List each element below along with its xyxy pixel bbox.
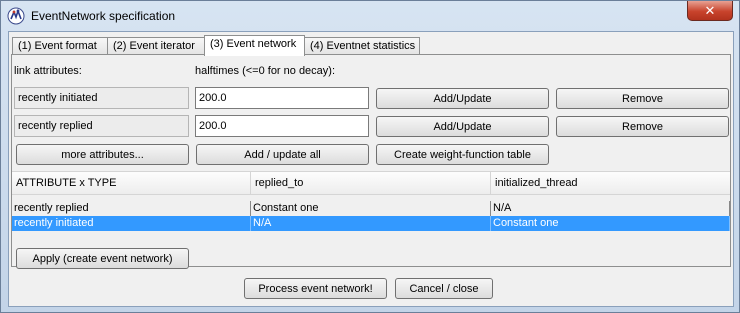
- tab-event-network[interactable]: (3) Event network: [204, 35, 305, 56]
- cancel-close-button[interactable]: Cancel / close: [395, 278, 493, 299]
- halftimes-label: halftimes (<=0 for no decay):: [195, 65, 336, 77]
- close-icon: ✕: [704, 2, 716, 18]
- dialog-client-area: (1) Event format (2) Event iterator (3) …: [8, 31, 734, 307]
- event-network-window: EventNetwork specification ✕ (1) Event f…: [0, 0, 740, 313]
- remove-button[interactable]: Remove: [556, 88, 729, 109]
- table-cell[interactable]: recently initiated: [12, 216, 251, 231]
- attribute-type-table: ATTRIBUTE x TYPE replied_to initialized_…: [12, 171, 730, 231]
- add-update-button[interactable]: Add/Update: [376, 88, 549, 109]
- table-cell[interactable]: Constant one: [251, 201, 491, 216]
- table-row-selected[interactable]: recently initiated N/A Constant one: [12, 216, 730, 231]
- table-cell[interactable]: recently replied: [12, 201, 251, 216]
- column-header-attribute-type[interactable]: ATTRIBUTE x TYPE: [12, 172, 251, 195]
- add-update-button[interactable]: Add/Update: [376, 116, 549, 137]
- more-attributes-button[interactable]: more attributes...: [16, 144, 189, 165]
- window-title: EventNetwork specification: [31, 9, 176, 23]
- attribute-name-field: recently initiated: [14, 87, 189, 109]
- table-cell[interactable]: N/A: [491, 201, 730, 216]
- event-network-panel: link attributes: halftimes (<=0 for no d…: [11, 54, 731, 269]
- tab-event-iterator[interactable]: (2) Event iterator: [107, 37, 205, 55]
- create-weight-function-table-button[interactable]: Create weight-function table: [376, 144, 549, 165]
- table-cell[interactable]: N/A: [251, 216, 491, 231]
- app-logo-icon: [7, 7, 25, 25]
- add-update-all-button[interactable]: Add / update all: [196, 144, 369, 165]
- link-attributes-label: link attributes:: [14, 65, 82, 77]
- table-row[interactable]: recently replied Constant one N/A: [12, 201, 730, 216]
- attribute-name-field: recently replied: [14, 115, 189, 137]
- title-bar[interactable]: EventNetwork specification ✕: [1, 1, 739, 31]
- process-event-network-button[interactable]: Process event network!: [244, 278, 387, 299]
- table-header: ATTRIBUTE x TYPE replied_to initialized_…: [12, 171, 730, 195]
- apply-create-event-network-button[interactable]: Apply (create event network): [16, 248, 189, 269]
- dialog-footer: Process event network! Cancel / close: [9, 270, 733, 306]
- remove-button[interactable]: Remove: [556, 116, 729, 137]
- close-button[interactable]: ✕: [687, 1, 733, 21]
- halftime-input[interactable]: 200.0: [195, 87, 369, 109]
- tab-eventnet-statistics[interactable]: (4) Eventnet statistics: [304, 37, 420, 55]
- tab-event-format[interactable]: (1) Event format: [12, 37, 108, 55]
- table-cell[interactable]: Constant one: [491, 216, 730, 231]
- halftime-input[interactable]: 200.0: [195, 115, 369, 137]
- column-header-replied-to[interactable]: replied_to: [251, 172, 491, 195]
- column-header-initialized-thread[interactable]: initialized_thread: [491, 172, 730, 195]
